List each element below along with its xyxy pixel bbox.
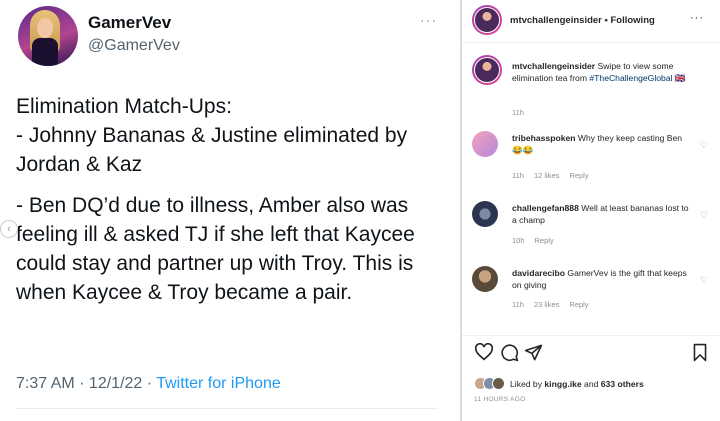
comment-meta: 11h 23 likes Reply: [512, 300, 599, 309]
comment-reply-button[interactable]: Reply: [569, 300, 588, 309]
instagram-post-panel: mtvchallengeinsider • Following ··· mtvc…: [462, 0, 720, 421]
caption-text: mtvchallengeinsider Swipe to view some e…: [512, 61, 712, 84]
commenter-avatar[interactable]: [472, 266, 498, 292]
comment-like-heart-icon[interactable]: ♡: [700, 140, 708, 151]
share-paper-plane-icon[interactable]: [524, 343, 543, 362]
post-more-icon[interactable]: ···: [690, 12, 704, 24]
commenter-avatar[interactable]: [472, 201, 498, 227]
tweet-divider: [16, 408, 438, 409]
comment-text: tribehasspoken Why they keep casting Ben…: [512, 133, 692, 156]
likes-text: Liked by kingg.ike and 633 others: [510, 379, 644, 389]
post-author-avatar[interactable]: [472, 5, 502, 35]
following-button[interactable]: Following: [610, 15, 654, 26]
likes-prefix: Liked by: [510, 379, 545, 389]
comment-time: 11h: [512, 300, 524, 309]
caption-username[interactable]: mtvchallengeinsider: [512, 61, 595, 71]
like-heart-icon[interactable]: [474, 343, 494, 361]
comment-likes-link[interactable]: 12 likes: [534, 171, 559, 180]
tweet-paragraph: Elimination Match-Ups:: [16, 95, 232, 118]
commenter-username[interactable]: challengefan888: [512, 203, 579, 213]
commenter-username[interactable]: davidarecibo: [512, 268, 565, 278]
likes-and: and: [581, 379, 601, 389]
tweet-card: GamerVev @GamerVev ··· Elimination Match…: [0, 0, 446, 421]
actions-divider: [462, 335, 720, 336]
tweet-more-icon[interactable]: ···: [420, 12, 437, 28]
save-bookmark-icon[interactable]: [692, 343, 708, 362]
post-author-row: mtvchallengeinsider • Following: [510, 15, 655, 26]
comment-bubble-icon[interactable]: [500, 343, 519, 362]
tweet-author-handle[interactable]: @GamerVev: [88, 37, 180, 55]
commenter-avatar[interactable]: [472, 131, 498, 157]
tweet-source-link[interactable]: Twitter for iPhone: [156, 375, 281, 392]
comment-meta: 11h 12 likes Reply: [512, 171, 599, 180]
tweet-author-avatar[interactable]: [18, 6, 78, 66]
caption-hashtag-link[interactable]: #TheChallengeGlobal: [589, 73, 672, 83]
post-author-username[interactable]: mtvchallengeinsider: [510, 15, 602, 26]
comment-text: davidarecibo GamerVev is the gift that k…: [512, 268, 692, 291]
likers-avatars[interactable]: [474, 377, 508, 391]
tweet-paragraph: - Ben DQ’d due to illness, Amber also wa…: [16, 194, 415, 304]
comment-like-heart-icon[interactable]: ♡: [700, 210, 708, 221]
commenter-username[interactable]: tribehasspoken: [512, 133, 576, 143]
flag-emoji: 🇬🇧: [674, 72, 686, 83]
comment-like-heart-icon[interactable]: ♡: [700, 275, 708, 286]
comment-meta: 10h Reply: [512, 236, 564, 245]
tweet-author-name[interactable]: GamerVev: [88, 13, 171, 33]
liker-username-link[interactable]: kingg.ike: [544, 379, 581, 389]
comment-reply-button[interactable]: Reply: [569, 171, 588, 180]
caption-author-avatar[interactable]: [472, 55, 502, 85]
likes-count-link[interactable]: 633 others: [601, 379, 644, 389]
comment-text: challengefan888 Well at least bananas lo…: [512, 203, 692, 226]
tweet-timestamp: 7:37 AM · 12/1/22 · Twitter for iPhone: [16, 375, 281, 393]
likes-summary: Liked by kingg.ike and 633 others: [474, 377, 714, 391]
header-divider: [462, 42, 720, 43]
comment-likes-link[interactable]: 23 likes: [534, 300, 559, 309]
tweet-paragraph: - Johnny Bananas & Justine eliminated by…: [16, 124, 408, 176]
caption-timestamp: 11h: [512, 108, 524, 117]
post-actions-bar: [474, 343, 714, 363]
post-age: 11 HOURS AGO: [474, 396, 526, 403]
carousel-previous-icon[interactable]: ‹: [0, 220, 18, 238]
comment-reply-button[interactable]: Reply: [535, 236, 554, 245]
tweet-time: 7:37 AM · 12/1/22 ·: [16, 375, 157, 392]
comment-time: 11h: [512, 171, 524, 180]
tweet-text: Elimination Match-Ups: - Johnny Bananas …: [16, 92, 441, 307]
comment-time: 10h: [512, 236, 525, 245]
